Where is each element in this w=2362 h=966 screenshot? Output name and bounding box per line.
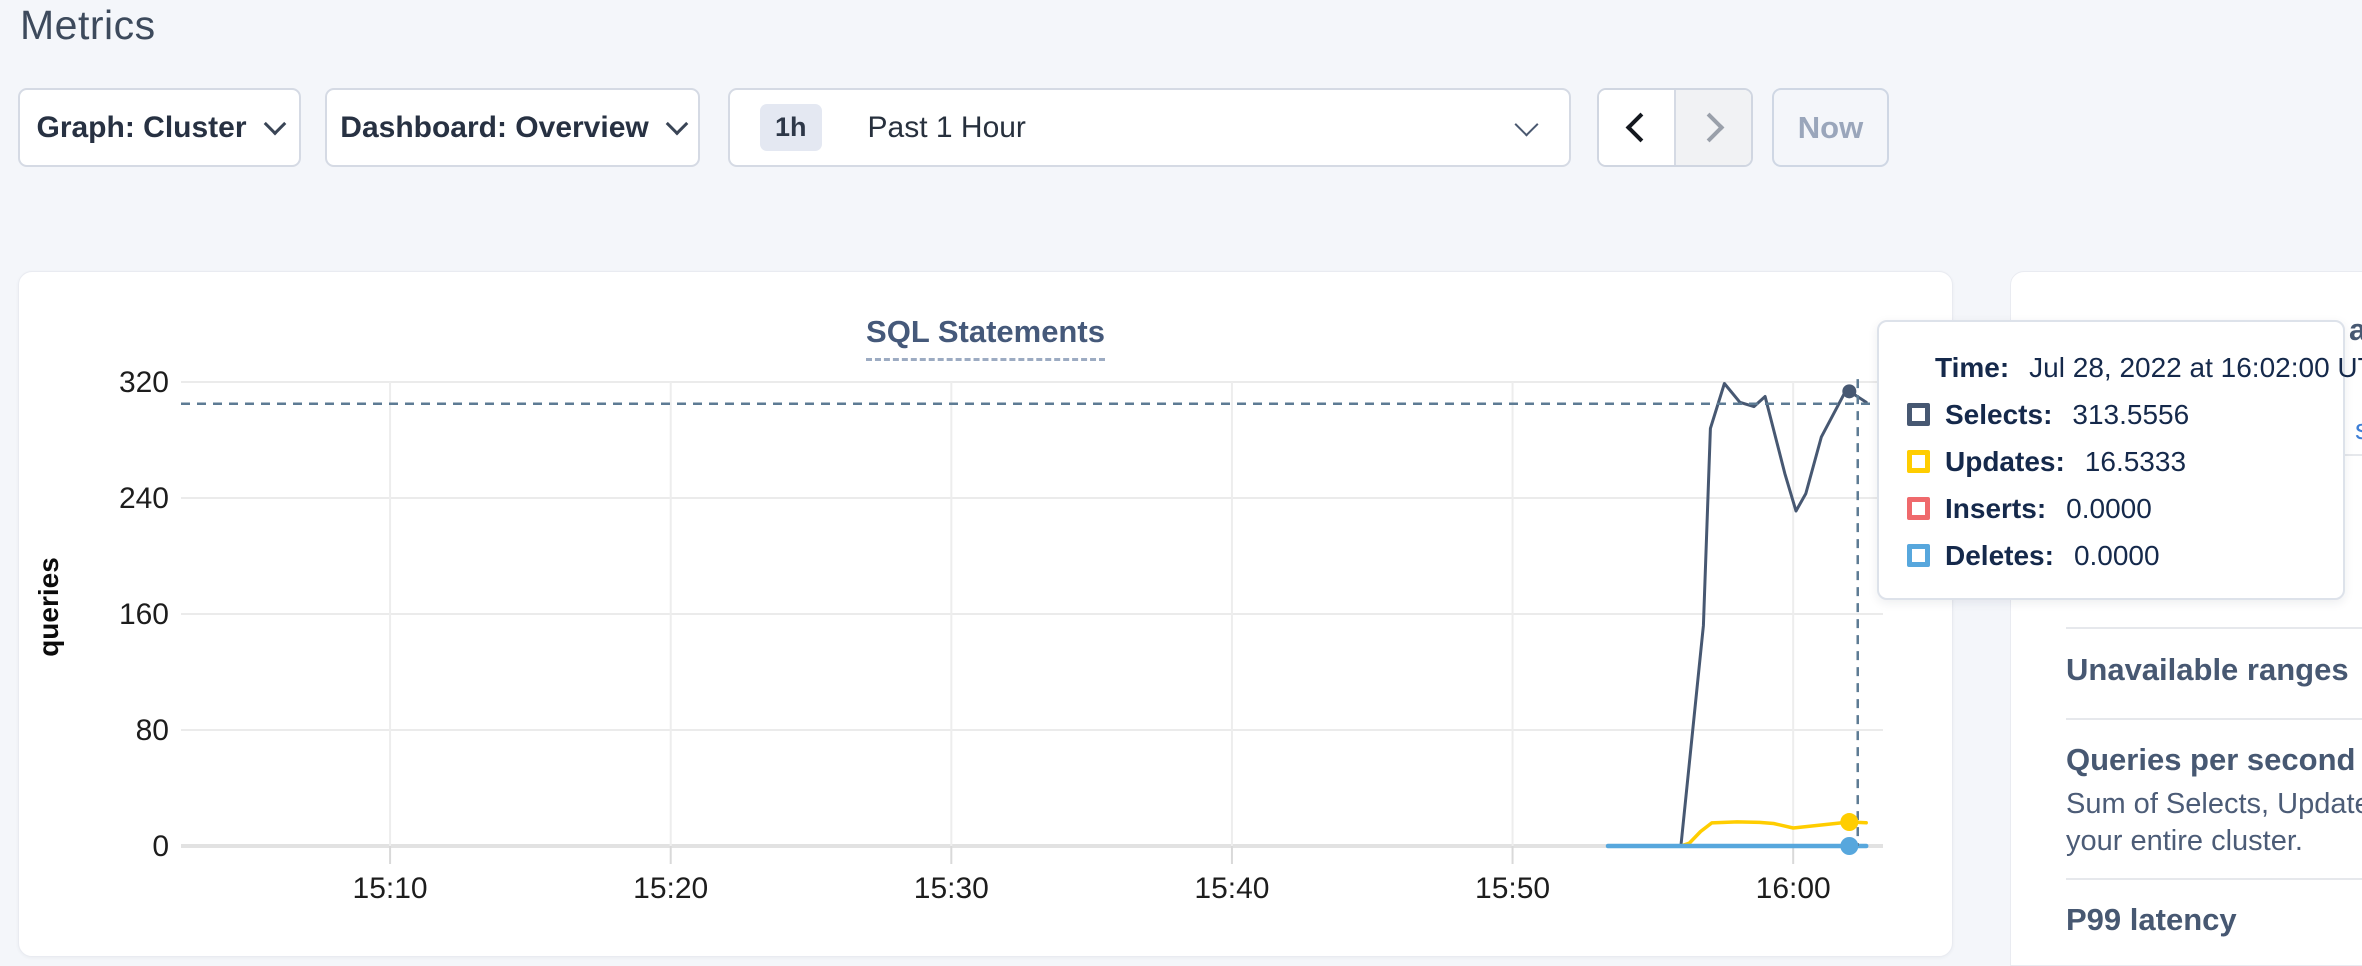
sql-statements-panel: SQL Statements 08016024032015:1015:2015:… xyxy=(18,271,1953,957)
y-axis-title: queries xyxy=(33,557,64,657)
chevron-left-icon xyxy=(1626,113,1656,143)
sidebar-heading-p99-latency: P99 latency xyxy=(2066,902,2237,938)
divider xyxy=(2066,627,2362,629)
selects-swatch-icon xyxy=(1907,403,1930,426)
graph-scope-dropdown[interactable]: Graph: Cluster xyxy=(18,88,301,167)
series-line-updates xyxy=(1608,822,1866,846)
description-line: your entire cluster. xyxy=(2066,823,2362,860)
tooltip-series-value: 16.5333 xyxy=(2085,446,2186,478)
next-time-window-button[interactable] xyxy=(1674,90,1751,165)
chevron-down-icon xyxy=(665,112,688,135)
tooltip-series-value: 0.0000 xyxy=(2066,493,2152,525)
tooltip-series-label: Updates: xyxy=(1945,446,2065,478)
chevron-right-icon xyxy=(1695,113,1725,143)
now-button[interactable]: Now xyxy=(1772,88,1889,167)
time-window-nav xyxy=(1597,88,1753,167)
hover-dot-selects xyxy=(1842,384,1856,398)
hover-dot-deletes xyxy=(1840,837,1858,855)
x-tick-label: 15:50 xyxy=(1475,872,1550,905)
queries-per-second-description: Sum of Selects, Updates, Inser your enti… xyxy=(2066,786,2362,860)
tooltip-series-value: 313.5556 xyxy=(2072,399,2189,431)
x-tick-label: 15:40 xyxy=(1194,872,1269,905)
tooltip-series-label: Deletes: xyxy=(1945,540,2054,572)
tooltip-series-value: 0.0000 xyxy=(2074,540,2160,572)
hover-dot-updates xyxy=(1840,813,1858,831)
inserts-swatch-icon xyxy=(1907,497,1930,520)
y-tick-label: 320 xyxy=(119,366,169,399)
x-tick-label: 15:20 xyxy=(633,872,708,905)
x-tick-label: 15:10 xyxy=(353,872,428,905)
divider xyxy=(2066,878,2362,880)
chart-canvas[interactable]: 0 80 160 240 320 15:10 15:20 15:30 15:40 15:50 16:… xyxy=(19,272,1954,958)
sidebar-heading-unavailable-ranges: Unavailable ranges xyxy=(2066,652,2349,688)
y-tick-label: 80 xyxy=(136,714,169,747)
graph-scope-label: Graph: Cluster xyxy=(36,111,246,145)
dashboard-label: Dashboard: Overview xyxy=(340,111,648,145)
updates-swatch-icon xyxy=(1907,450,1930,473)
tooltip-series-row: Inserts: 0.0000 xyxy=(1907,493,2343,524)
tooltip-series-label: Inserts: xyxy=(1945,493,2046,525)
deletes-swatch-icon xyxy=(1907,544,1930,567)
metrics-page: Metrics Graph: Cluster Dashboard: Overvi… xyxy=(0,0,2362,966)
chevron-down-icon xyxy=(263,112,286,135)
description-line: Sum of Selects, Updates, Inser xyxy=(2066,786,2362,823)
tooltip-time-value: Jul 28, 2022 at 16:02:00 UTC xyxy=(2029,352,2362,384)
time-range-badge: 1h xyxy=(760,104,822,151)
prev-time-window-button[interactable] xyxy=(1599,90,1674,165)
tooltip-time-row: Time: Jul 28, 2022 at 16:02:00 UTC xyxy=(1935,352,2343,383)
chevron-down-icon xyxy=(1514,112,1538,136)
tooltip-series-label: Selects: xyxy=(1945,399,2052,431)
divider xyxy=(2066,718,2362,720)
chart-tooltip: Time: Jul 28, 2022 at 16:02:00 UTC Selec… xyxy=(1877,320,2345,600)
y-tick-label: 160 xyxy=(119,598,169,631)
sidebar-heading-queries-per-second: Queries per second xyxy=(2066,742,2355,778)
tooltip-series-row: Deletes: 0.0000 xyxy=(1907,540,2343,571)
time-range-label: Past 1 Hour xyxy=(868,111,1026,145)
time-range-selector[interactable]: 1h Past 1 Hour xyxy=(728,88,1571,167)
tooltip-series-row: Selects: 313.5556 xyxy=(1907,399,2343,430)
y-tick-label: 0 xyxy=(152,830,169,863)
y-tick-label: 240 xyxy=(119,482,169,515)
clipped-heading-fragment: a xyxy=(2349,312,2362,348)
x-tick-label: 16:00 xyxy=(1756,872,1831,905)
tooltip-series-row: Updates: 16.5333 xyxy=(1907,446,2343,477)
x-tick-label: 15:30 xyxy=(914,872,989,905)
tooltip-time-label: Time: xyxy=(1935,352,2009,384)
dashboard-dropdown[interactable]: Dashboard: Overview xyxy=(325,88,700,167)
clipped-link-fragment: s xyxy=(2355,414,2362,447)
page-title: Metrics xyxy=(20,2,156,49)
